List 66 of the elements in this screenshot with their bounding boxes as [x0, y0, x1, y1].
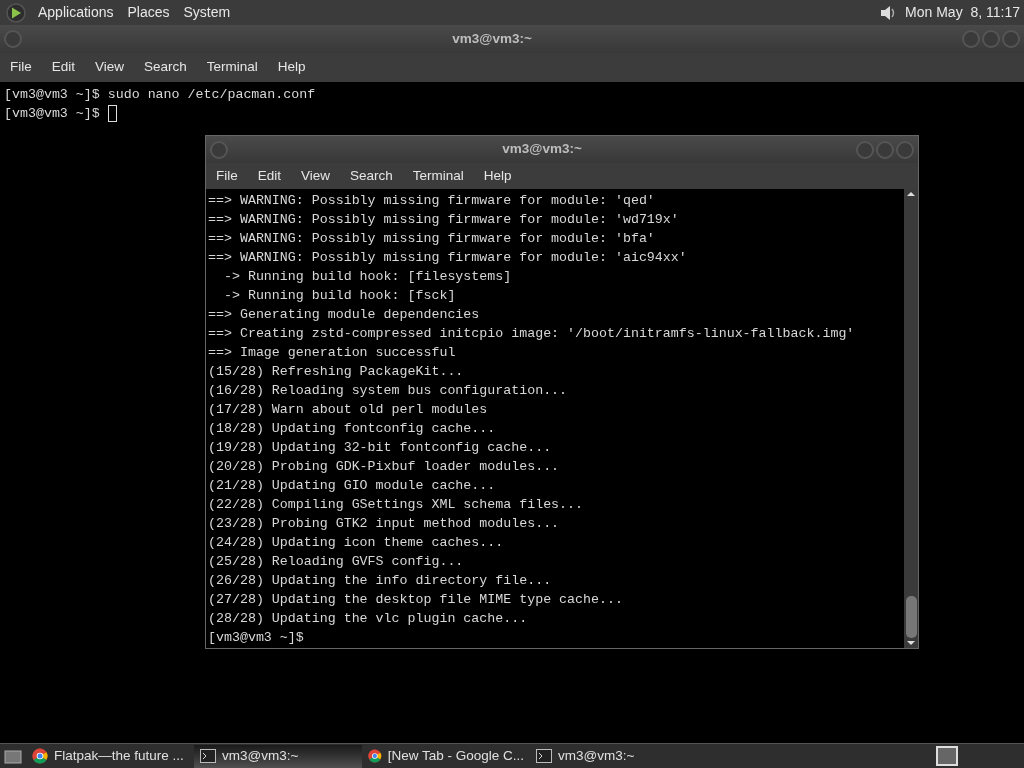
menu-item[interactable]: File [206, 165, 248, 187]
menu-item[interactable]: Help [473, 165, 522, 187]
terminal-line: ==> Creating zstd-compressed initcpio image: '/boot/initramfs-linux-fallback.img' [208, 325, 855, 343]
terminal-line: (23/28) Probing GTK2 input method modules... [208, 515, 560, 533]
menu-item[interactable]: Edit [41, 57, 86, 78]
terminal-line: [vm3@vm3 ~]$ sudo nano /etc/pacman.conf [4, 86, 316, 104]
terminal-line: ==> WARNING: Possibly missing firmware for module: 'aic94xx' [208, 249, 687, 267]
panel-menu[interactable]: Places [120, 2, 177, 23]
terminal-line: ==> WARNING: Possibly missing firmware for module: 'bfa' [208, 230, 655, 248]
terminal-line: (25/28) Reloading GVFS config... [208, 553, 464, 571]
window-menu-icon[interactable] [4, 30, 22, 48]
terminal-line: (28/28) Updating the vlc plugin cache... [208, 610, 528, 628]
panel-menu[interactable]: System [176, 2, 238, 23]
minimize-icon[interactable] [856, 140, 874, 159]
window-title: vm3@vm3:~ [502, 140, 582, 159]
taskbar-button[interactable]: vm3@vm3:~ [530, 744, 698, 768]
close-icon[interactable] [896, 140, 914, 159]
terminal-line: (18/28) Updating fontconfig cache... [208, 420, 496, 438]
close-icon[interactable] [1002, 30, 1020, 48]
terminal-line: [vm3@vm3 ~]$ [208, 629, 304, 647]
terminal-line: (17/28) Warn about old perl modules [208, 401, 488, 419]
menu-item[interactable]: Terminal [196, 57, 268, 78]
terminal-line: (20/28) Probing GDK-Pixbuf loader modules... [208, 458, 560, 476]
terminal-line: (21/28) Updating GIO module cache... [208, 477, 496, 495]
menu-item[interactable]: Terminal [402, 165, 474, 187]
browser-icon [32, 748, 48, 764]
terminal-line: (24/28) Updating icon theme caches... [208, 534, 504, 552]
taskbar-button[interactable]: vm3@vm3:~ [194, 744, 362, 768]
desktop-icon[interactable] [4, 748, 22, 764]
terminal-line: (26/28) Updating the info directory file... [208, 572, 552, 590]
play-logo-icon[interactable] [6, 2, 26, 23]
browser-icon [368, 748, 382, 764]
menu-item[interactable]: View [85, 57, 135, 78]
scroll-thumb[interactable] [905, 596, 917, 638]
terminal-line: (27/28) Updating the desktop file MIME type cache... [208, 591, 623, 609]
taskbar-button[interactable]: [New Tab - Google C... [362, 744, 530, 768]
terminal-line: (22/28) Compiling GSettings XML schema files... [208, 496, 584, 514]
menu-item[interactable]: Search [340, 165, 403, 187]
menu-item[interactable]: Edit [247, 165, 292, 187]
workspace-icon[interactable] [936, 746, 958, 766]
maximize-icon[interactable] [982, 30, 1000, 48]
terminal-line: (15/28) Refreshing PackageKit... [208, 363, 464, 381]
maximize-icon[interactable] [876, 140, 894, 159]
clock[interactable]: Mon May 8, 11:17 [905, 2, 1020, 23]
terminal-line: ==> Generating module dependencies [208, 306, 480, 324]
terminal-line: -> Running build hook: [filesystems] [222, 268, 512, 286]
terminal-icon [536, 749, 552, 763]
terminal-line: (16/28) Reloading system bus configuration... [208, 382, 568, 400]
window-menu-icon[interactable] [210, 140, 228, 159]
terminal-line: ==> Image generation successful [208, 344, 456, 362]
terminal-line: [vm3@vm3 ~]$ [4, 105, 101, 123]
menu-item[interactable]: View [291, 165, 341, 187]
panel-menu[interactable]: Applications [31, 2, 121, 23]
menu-item[interactable]: Search [134, 57, 197, 78]
scrollbar[interactable] [904, 189, 918, 648]
terminal-line: (19/28) Updating 32-bit fontconfig cache... [208, 439, 552, 457]
taskbar-button[interactable]: Flatpak—the future ... [26, 744, 194, 768]
minimize-icon[interactable] [962, 30, 980, 48]
window-title: vm3@vm3:~ [452, 29, 532, 48]
cursor [107, 105, 117, 122]
terminal-line: -> Running build hook: [fsck] [222, 287, 456, 305]
menu-item[interactable]: File [0, 57, 42, 78]
terminal-line: ==> WARNING: Possibly missing firmware for module: 'qed' [208, 192, 655, 210]
terminal-line: ==> WARNING: Possibly missing firmware for module: 'wd719x' [208, 211, 679, 229]
menu-item[interactable]: Help [267, 57, 316, 78]
terminal-icon [200, 749, 216, 763]
